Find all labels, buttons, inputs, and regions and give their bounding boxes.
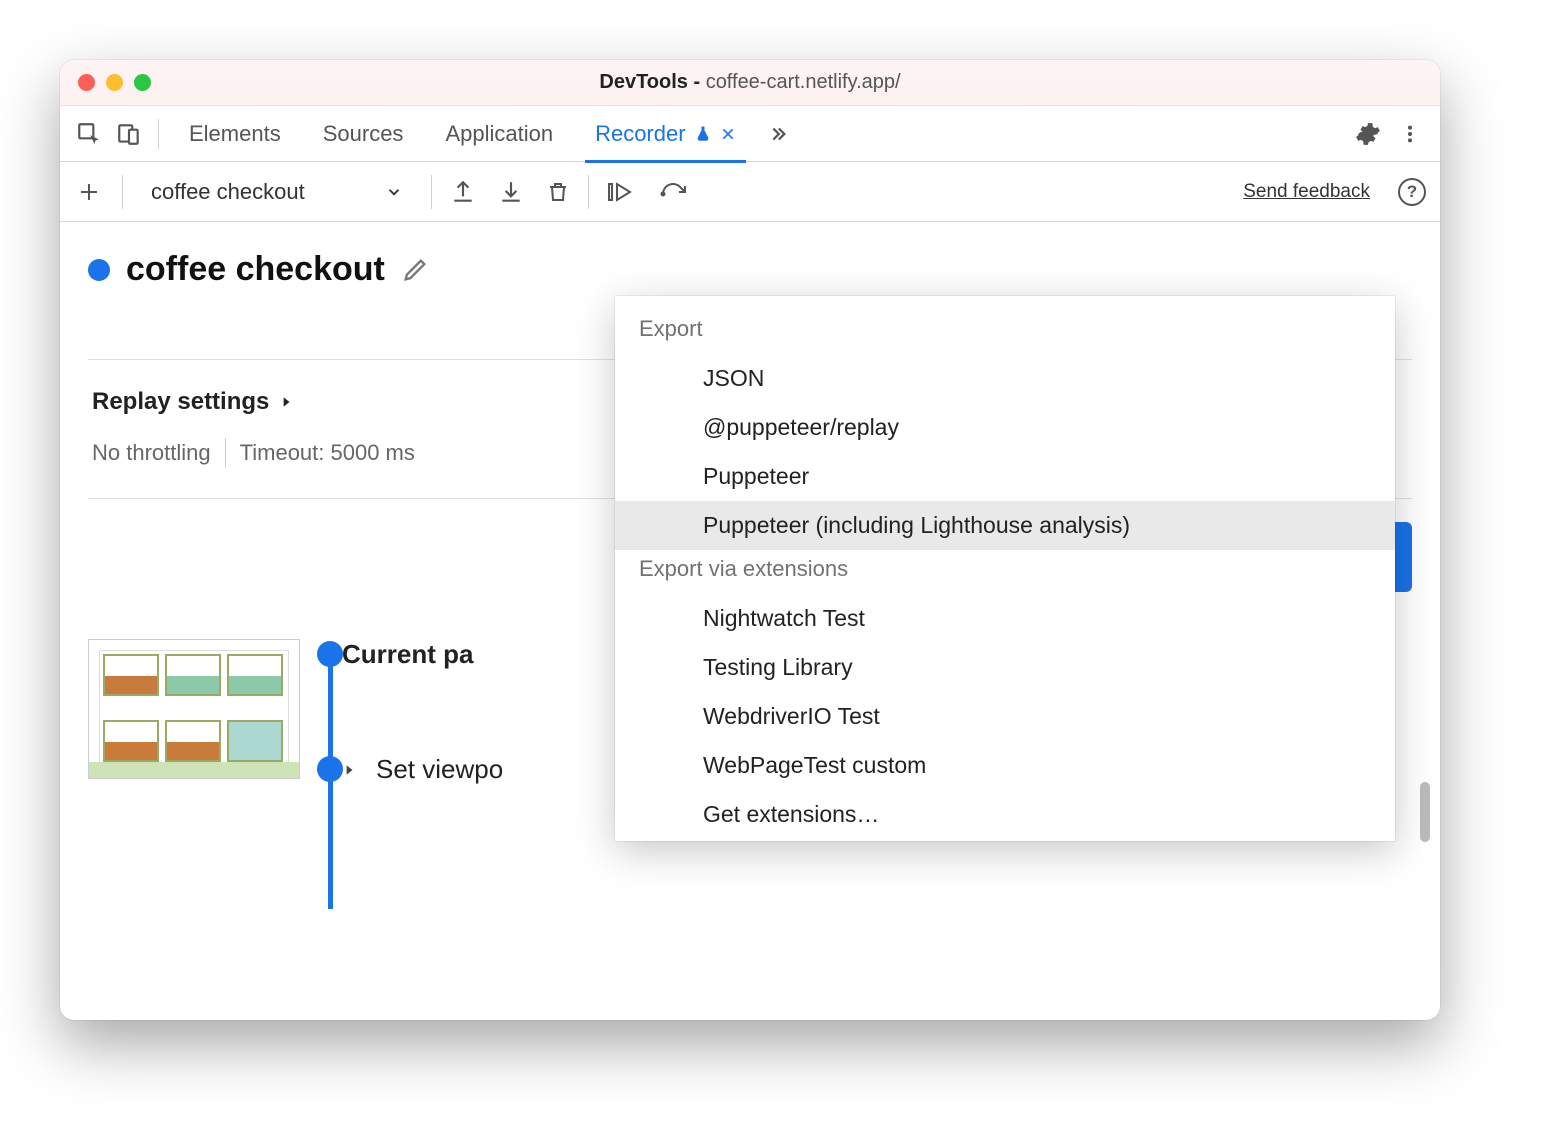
step-set-viewport[interactable]: Set viewpo bbox=[342, 754, 503, 785]
tab-elements[interactable]: Elements bbox=[171, 106, 299, 162]
export-button[interactable] bbox=[450, 179, 476, 205]
tab-recorder[interactable]: Recorder bbox=[577, 106, 753, 162]
devtools-tabbar: Elements Sources Application Recorder bbox=[60, 106, 1440, 162]
scrollbar[interactable] bbox=[1420, 782, 1430, 842]
chevron-down-icon bbox=[385, 183, 403, 201]
new-recording-button[interactable] bbox=[74, 177, 104, 207]
chevron-right-icon bbox=[342, 761, 356, 779]
export-item-puppeteer-lighthouse[interactable]: Puppeteer (including Lighthouse analysis… bbox=[615, 501, 1395, 550]
step-current-page[interactable]: Current pa bbox=[342, 639, 503, 670]
inspect-element-icon[interactable] bbox=[72, 117, 106, 151]
export-item-testing-library[interactable]: Testing Library bbox=[615, 643, 1395, 692]
tab-application[interactable]: Application bbox=[427, 106, 571, 162]
edit-title-button[interactable] bbox=[401, 256, 429, 284]
minimize-window-button[interactable] bbox=[106, 74, 123, 91]
close-tab-icon[interactable] bbox=[720, 126, 736, 142]
export-item-puppeteer[interactable]: Puppeteer bbox=[615, 452, 1395, 501]
toolbar-playback bbox=[607, 179, 693, 205]
window-title-prefix: DevTools - bbox=[599, 71, 705, 93]
recording-status-dot bbox=[88, 259, 110, 281]
recording-title-row: coffee checkout bbox=[88, 250, 1412, 289]
export-item-webpagetest[interactable]: WebPageTest custom bbox=[615, 741, 1395, 790]
help-icon[interactable]: ? bbox=[1398, 178, 1426, 206]
export-dropdown: Export JSON @puppeteer/replay Puppeteer … bbox=[615, 296, 1395, 841]
more-tabs-icon[interactable] bbox=[760, 117, 794, 151]
recorder-toolbar: coffee checkout Send feedback bbox=[60, 162, 1440, 222]
titlebar: DevTools - coffee-cart.netlify.app/ bbox=[60, 60, 1440, 106]
timeout-value: Timeout: 5000 ms bbox=[240, 440, 415, 466]
export-item-webdriverio[interactable]: WebdriverIO Test bbox=[615, 692, 1395, 741]
recording-title: coffee checkout bbox=[126, 250, 385, 289]
page-screenshot-thumbnail[interactable] bbox=[88, 639, 300, 779]
maximize-window-button[interactable] bbox=[134, 74, 151, 91]
export-extensions-section-label: Export via extensions bbox=[615, 550, 1395, 594]
delete-button[interactable] bbox=[546, 179, 570, 205]
export-item-json[interactable]: JSON bbox=[615, 354, 1395, 403]
steps-timeline: Current pa Set viewpo bbox=[318, 639, 503, 869]
divider bbox=[225, 438, 226, 468]
export-item-get-extensions[interactable]: Get extensions… bbox=[615, 790, 1395, 839]
divider bbox=[588, 175, 589, 209]
send-feedback-link[interactable]: Send feedback bbox=[1243, 181, 1370, 203]
flask-icon bbox=[694, 125, 712, 143]
devtools-window: DevTools - coffee-cart.netlify.app/ Elem… bbox=[60, 60, 1440, 1020]
tab-sources[interactable]: Sources bbox=[305, 106, 422, 162]
throttling-value: No throttling bbox=[92, 440, 211, 466]
divider bbox=[158, 119, 159, 149]
export-section-label: Export bbox=[615, 310, 1395, 354]
replay-button[interactable] bbox=[659, 179, 693, 205]
export-item-puppeteer-replay[interactable]: @puppeteer/replay bbox=[615, 403, 1395, 452]
settings-icon[interactable] bbox=[1350, 116, 1386, 152]
close-window-button[interactable] bbox=[78, 74, 95, 91]
toolbar-actions bbox=[450, 179, 570, 205]
device-toolbar-icon[interactable] bbox=[112, 117, 146, 151]
divider bbox=[431, 175, 432, 209]
more-options-icon[interactable] bbox=[1392, 116, 1428, 152]
import-button[interactable] bbox=[498, 179, 524, 205]
chevron-right-icon bbox=[279, 393, 293, 411]
export-item-nightwatch[interactable]: Nightwatch Test bbox=[615, 594, 1395, 643]
recording-name: coffee checkout bbox=[151, 179, 305, 205]
window-title-url: coffee-cart.netlify.app/ bbox=[706, 71, 901, 93]
recording-select[interactable]: coffee checkout bbox=[141, 179, 413, 205]
divider bbox=[122, 175, 123, 209]
window-controls bbox=[78, 74, 151, 91]
step-over-button[interactable] bbox=[607, 179, 637, 205]
window-title: DevTools - coffee-cart.netlify.app/ bbox=[60, 71, 1440, 94]
